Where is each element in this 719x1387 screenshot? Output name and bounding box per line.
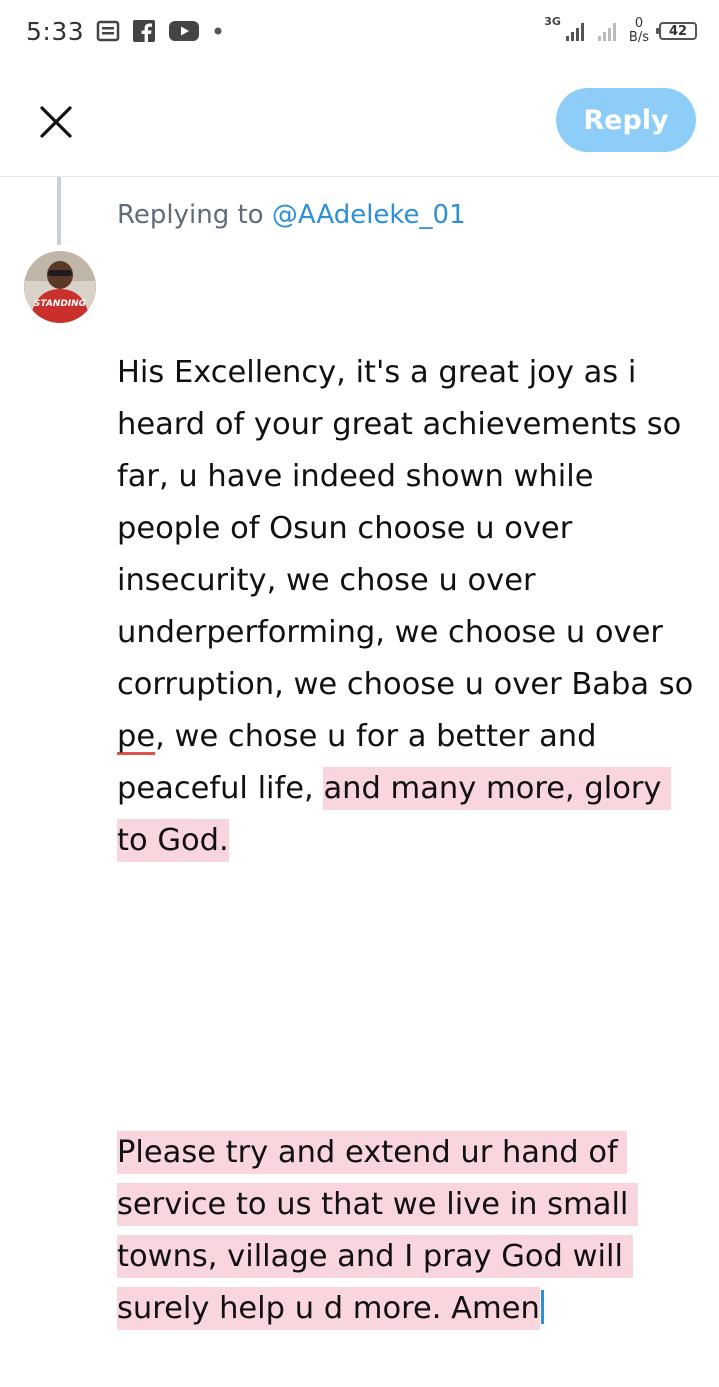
svg-text:STANDING: STANDING — [34, 299, 86, 309]
status-time: 5:33 — [26, 16, 85, 46]
status-bar: 5:33 3G 0 B/s 42 — [0, 0, 719, 62]
status-left: 5:33 — [26, 17, 224, 46]
notes-icon — [96, 20, 120, 42]
selected-text: Please try and extend ur hand of service… — [117, 1131, 639, 1330]
compose-header: Reply — [0, 62, 719, 177]
network-speed: 0 B/s — [629, 17, 649, 45]
signal-icon-2 — [597, 20, 619, 42]
composer-paragraph-2: Please try and extend ur hand of service… — [117, 1127, 697, 1335]
composer-paragraph-1: His Excellency, it's a great joy as i he… — [117, 347, 697, 867]
close-button[interactable] — [38, 104, 74, 140]
signal-icon — [565, 20, 587, 42]
tweet-compose-textarea[interactable]: His Excellency, it's a great joy as i he… — [117, 243, 697, 1387]
reply-button[interactable]: Reply — [556, 88, 696, 152]
text-caret — [540, 1290, 544, 1324]
facebook-icon — [132, 19, 156, 43]
speed-unit: B/s — [628, 30, 649, 45]
reply-handle-link[interactable]: @AAdeleke_01 — [272, 200, 466, 230]
avatar[interactable]: STANDING — [24, 251, 96, 323]
thread-line — [57, 177, 61, 245]
dot-icon — [212, 25, 224, 37]
spellcheck-word[interactable]: pe — [117, 719, 155, 754]
network-type: 3G — [544, 14, 561, 28]
status-right: 3G 0 B/s 42 — [544, 14, 697, 45]
youtube-icon — [168, 20, 200, 42]
speed-value: 0 — [634, 16, 644, 31]
composer-text: His Excellency, it's a great joy as i he… — [117, 355, 704, 702]
close-icon — [40, 106, 72, 138]
battery-icon: 42 — [656, 22, 697, 40]
replying-prefix: Replying to — [117, 200, 272, 230]
replying-to: Replying to @AAdeleke_01 — [117, 200, 466, 230]
